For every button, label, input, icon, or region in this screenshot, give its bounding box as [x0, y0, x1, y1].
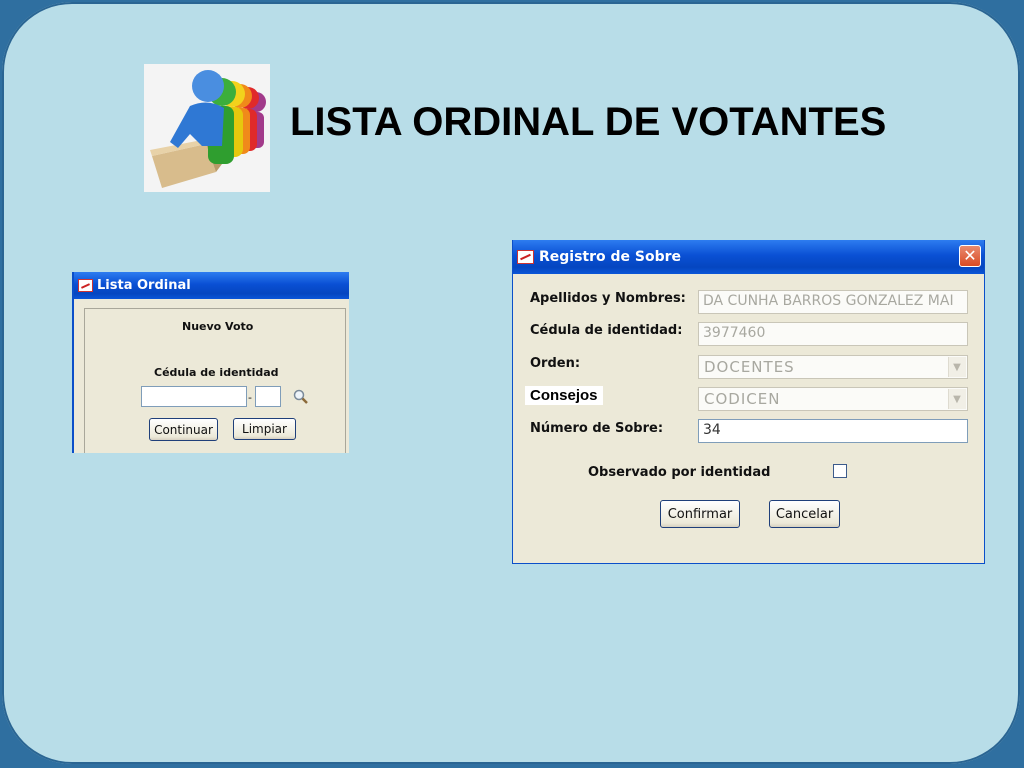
consejos-label: Consejos [525, 386, 603, 405]
observado-checkbox[interactable] [833, 464, 847, 478]
limpiar-button[interactable]: Limpiar [233, 418, 296, 440]
lista-ordinal-titlebar[interactable]: Lista Ordinal [74, 272, 349, 299]
orden-value: DOCENTES [704, 358, 795, 376]
voting-people-ballot-box-icon [144, 64, 270, 192]
registro-sobre-titlebar[interactable]: Registro de Sobre ✕ [513, 240, 984, 274]
nuevo-voto-heading: Nuevo Voto [182, 320, 254, 333]
confirmar-button[interactable]: Confirmar [660, 500, 740, 528]
page-title: LISTA ORDINAL DE VOTANTES [290, 100, 887, 144]
orden-select[interactable]: DOCENTES ▼ [698, 355, 968, 379]
observado-label: Observado por identidad [588, 465, 771, 480]
chevron-down-icon[interactable]: ▼ [948, 357, 966, 377]
window-title: Lista Ordinal [97, 278, 191, 293]
continuar-button[interactable]: Continuar [149, 418, 218, 441]
chevron-down-icon[interactable]: ▼ [948, 389, 966, 409]
cedula-separator: - [248, 391, 252, 404]
lista-ordinal-window: Lista Ordinal Nuevo Voto Cédula de ident… [72, 272, 349, 453]
magnifier-icon[interactable] [292, 388, 310, 406]
consejos-value: CODICEN [704, 390, 781, 408]
cedula-field[interactable]: 3977460 [698, 322, 968, 346]
numero-sobre-field[interactable]: 34 [698, 419, 968, 443]
cedula-label: Cédula de identidad: [530, 323, 683, 338]
numero-sobre-label: Número de Sobre: [530, 421, 664, 436]
cedula-input[interactable] [141, 386, 247, 407]
app-icon [78, 279, 93, 292]
digit-input[interactable] [255, 386, 281, 407]
apellidos-field[interactable]: DA CUNHA BARROS GONZALEZ MAI [698, 290, 968, 314]
window-title: Registro de Sobre [539, 249, 682, 265]
cancelar-button[interactable]: Cancelar [769, 500, 840, 528]
nuevo-voto-panel: Nuevo Voto Cédula de identidad - Continu… [84, 308, 346, 453]
close-icon[interactable]: ✕ [959, 245, 981, 267]
registro-sobre-window: Registro de Sobre ✕ Apellidos y Nombres:… [512, 240, 985, 564]
orden-label: Orden: [530, 356, 581, 371]
cedula-label: Cédula de identidad [154, 366, 279, 379]
consejos-select[interactable]: CODICEN ▼ [698, 387, 968, 411]
apellidos-label: Apellidos y Nombres: [530, 291, 686, 306]
app-icon [517, 250, 534, 264]
